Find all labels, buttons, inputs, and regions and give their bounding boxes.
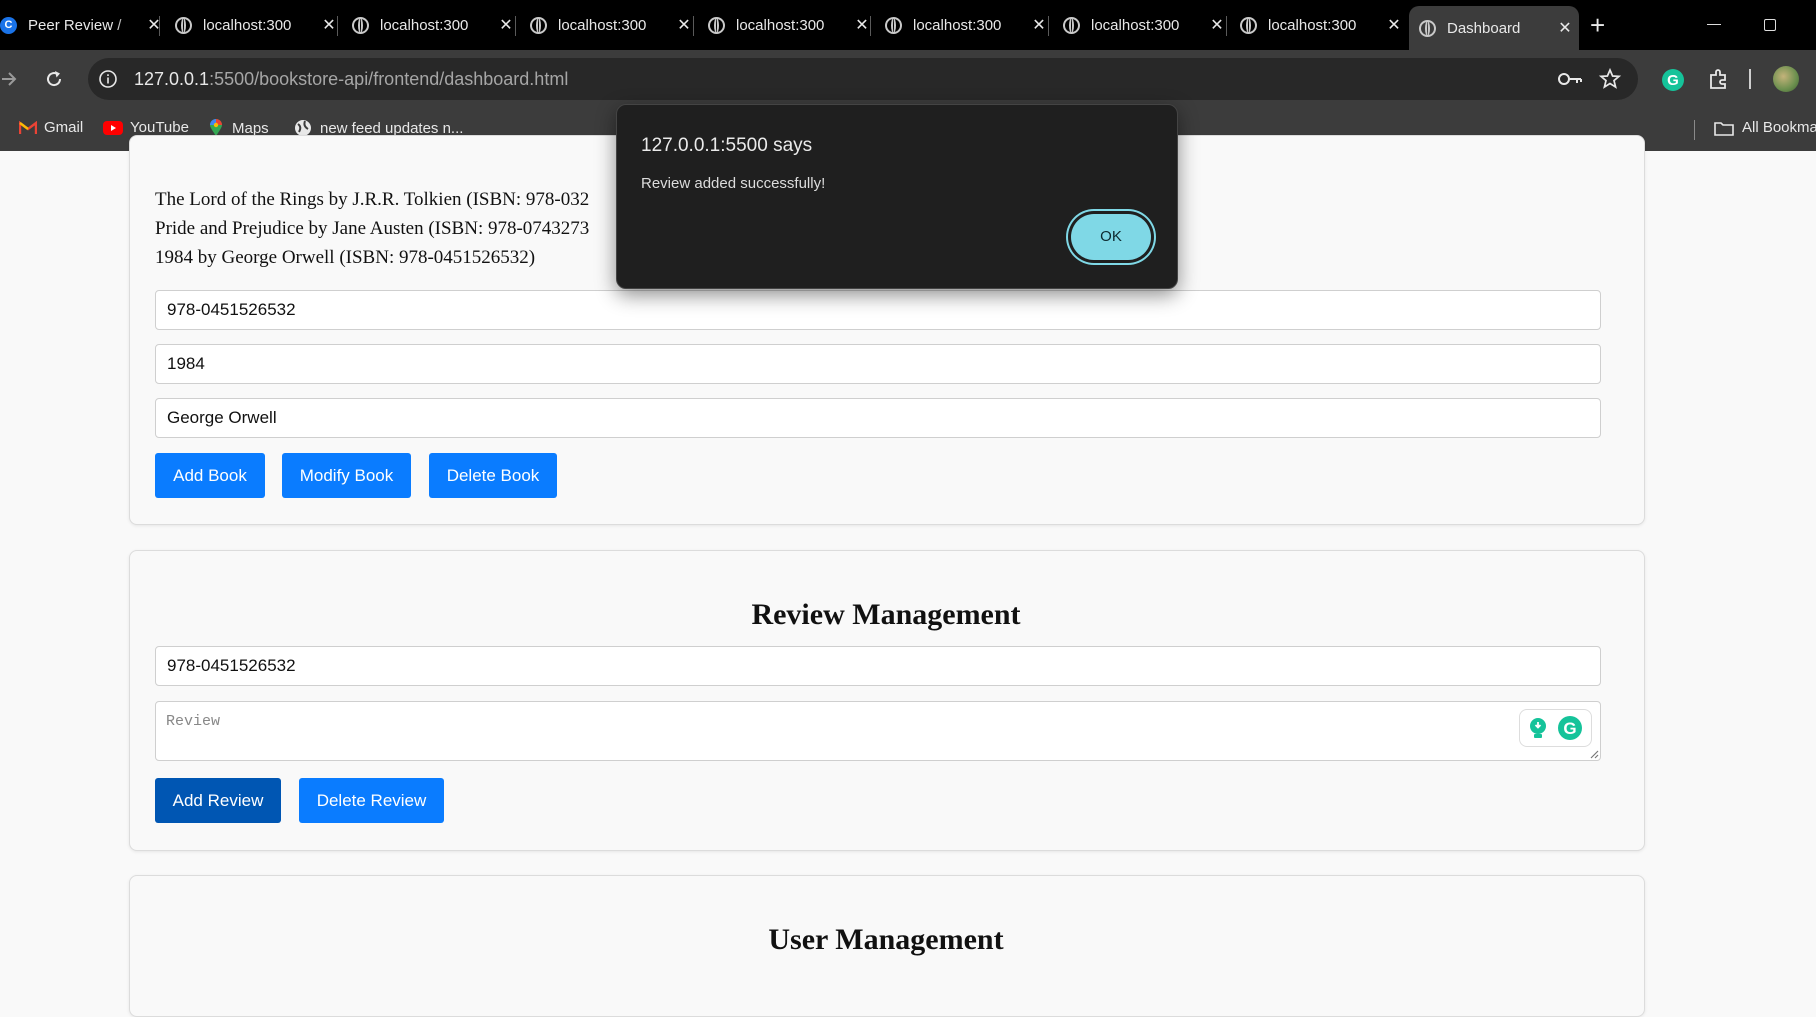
folder-icon	[1714, 121, 1734, 136]
c-logo-icon: C	[0, 16, 17, 34]
delete-review-button[interactable]: Delete Review	[299, 778, 444, 823]
tab-title: localhost:300	[558, 16, 647, 34]
toolbar-divider	[1749, 69, 1751, 89]
tab-localhost[interactable]: localhost:300 ✕	[175, 6, 339, 44]
dialog-ok-button[interactable]: OK	[1071, 214, 1151, 260]
bookmark-all-bookmarks[interactable]: All Bookma	[1714, 119, 1816, 136]
grammarly-icon: G	[1558, 716, 1582, 740]
globe-icon	[1419, 19, 1436, 37]
review-management-heading: Review Management	[751, 598, 1021, 631]
tab-localhost[interactable]: localhost:300 ✕	[352, 6, 516, 44]
globe-icon	[352, 16, 369, 34]
globe-icon	[1240, 16, 1257, 34]
lightbulb-icon	[1530, 718, 1546, 738]
url-text[interactable]: 127.0.0.1:5500/bookstore-api/frontend/da…	[134, 69, 568, 90]
add-review-button[interactable]: Add Review	[155, 778, 281, 823]
bookmark-divider	[1694, 120, 1695, 140]
forward-arrow-icon[interactable]	[0, 70, 18, 88]
book-list-item: 1984 by George Orwell (ISBN: 978-0451526…	[155, 247, 536, 268]
close-icon[interactable]: ✕	[1384, 15, 1404, 35]
star-icon[interactable]	[1598, 67, 1622, 91]
url-host: 127.0.0.1	[134, 69, 210, 89]
tab-title: Peer Review /	[28, 16, 122, 34]
book-list: The Lord of the Rings by J.R.R. Tolkien …	[155, 185, 589, 272]
svg-text:G: G	[1563, 719, 1576, 738]
tab-title: localhost:300	[203, 16, 292, 34]
bookmark-youtube[interactable]: YouTube	[103, 119, 189, 136]
svg-text:G: G	[1667, 72, 1679, 89]
tab-peer-review[interactable]: C Peer Review / ✕	[0, 6, 164, 44]
globe-icon	[1063, 16, 1080, 34]
extensions-icon[interactable]	[1707, 67, 1731, 91]
tab-title: localhost:300	[380, 16, 469, 34]
close-icon[interactable]: ✕	[674, 15, 694, 35]
tab-strip: C Peer Review / ✕ localhost:300 ✕ localh…	[0, 0, 1816, 50]
alert-dialog: 127.0.0.1:5500 says Review added success…	[616, 104, 1178, 289]
close-icon[interactable]: ✕	[1207, 15, 1227, 35]
dialog-message: Review added successfully!	[641, 175, 826, 192]
close-icon[interactable]: ✕	[1029, 15, 1049, 35]
review-placeholder: Review	[166, 713, 221, 730]
bookmark-label: All Bookma	[1742, 119, 1816, 136]
user-management-heading: User Management	[768, 923, 1004, 956]
close-icon[interactable]: ✕	[1555, 18, 1575, 38]
grammarly-extension-icon[interactable]: G	[1661, 68, 1685, 92]
review-textarea[interactable]	[155, 701, 1601, 761]
avatar[interactable]	[1773, 66, 1799, 92]
tab-title: localhost:300	[1091, 16, 1180, 34]
book-list-item: The Lord of the Rings by J.R.R. Tolkien …	[155, 189, 590, 210]
book-title-input[interactable]: 1984	[155, 344, 1601, 384]
bookmark-label: Maps	[232, 119, 269, 137]
tab-dashboard[interactable]: Dashboard ✕	[1409, 6, 1579, 50]
tab-title: localhost:300	[736, 16, 825, 34]
youtube-icon	[103, 120, 123, 135]
bookmark-label: Gmail	[44, 119, 84, 136]
reload-icon[interactable]	[44, 69, 64, 89]
url-path: :5500/bookstore-api/frontend/dashboard.h…	[209, 69, 569, 89]
delete-book-button[interactable]: Delete Book	[429, 453, 557, 498]
bookmark-gmail[interactable]: Gmail	[19, 119, 83, 136]
globe-icon	[708, 16, 725, 34]
resize-handle-icon[interactable]	[1589, 749, 1599, 759]
close-icon[interactable]: ✕	[319, 15, 339, 35]
key-icon[interactable]	[1557, 68, 1583, 90]
grammarly-widget[interactable]: G	[1519, 709, 1592, 747]
tab-title: localhost:300	[913, 16, 1002, 34]
tab-localhost[interactable]: localhost:300 ✕	[1063, 6, 1227, 44]
close-icon[interactable]: ✕	[144, 15, 164, 35]
gmail-icon	[19, 120, 37, 134]
book-isbn-input[interactable]: 978-0451526532	[155, 290, 1601, 330]
close-icon[interactable]: ✕	[496, 15, 516, 35]
review-isbn-input[interactable]: 978-0451526532	[155, 646, 1601, 686]
tab-localhost[interactable]: localhost:300 ✕	[530, 6, 694, 44]
tab-localhost[interactable]: localhost:300 ✕	[885, 6, 1049, 44]
modify-book-button[interactable]: Modify Book	[282, 453, 411, 498]
book-list-item: Pride and Prejudice by Jane Austen (ISBN…	[155, 218, 590, 239]
book-author-input[interactable]: George Orwell	[155, 398, 1601, 438]
minimize-icon[interactable]	[1707, 24, 1721, 25]
tab-localhost[interactable]: localhost:300 ✕	[1240, 6, 1404, 44]
globe-icon	[175, 16, 192, 34]
globe-icon	[530, 16, 547, 34]
tab-title: localhost:300	[1268, 16, 1357, 34]
restore-icon[interactable]	[1764, 19, 1776, 31]
close-icon[interactable]: ✕	[852, 15, 872, 35]
bookmark-label: YouTube	[130, 119, 189, 136]
tab-localhost[interactable]: localhost:300 ✕	[708, 6, 872, 44]
tab-title: Dashboard	[1447, 19, 1521, 37]
site-info-icon[interactable]	[98, 69, 118, 89]
add-book-button[interactable]: Add Book	[155, 453, 265, 498]
globe-icon	[885, 16, 902, 34]
dialog-title: 127.0.0.1:5500 says	[641, 135, 813, 156]
new-tab-button[interactable]: +	[1590, 10, 1605, 40]
bookmark-label: new feed updates n...	[320, 119, 464, 137]
